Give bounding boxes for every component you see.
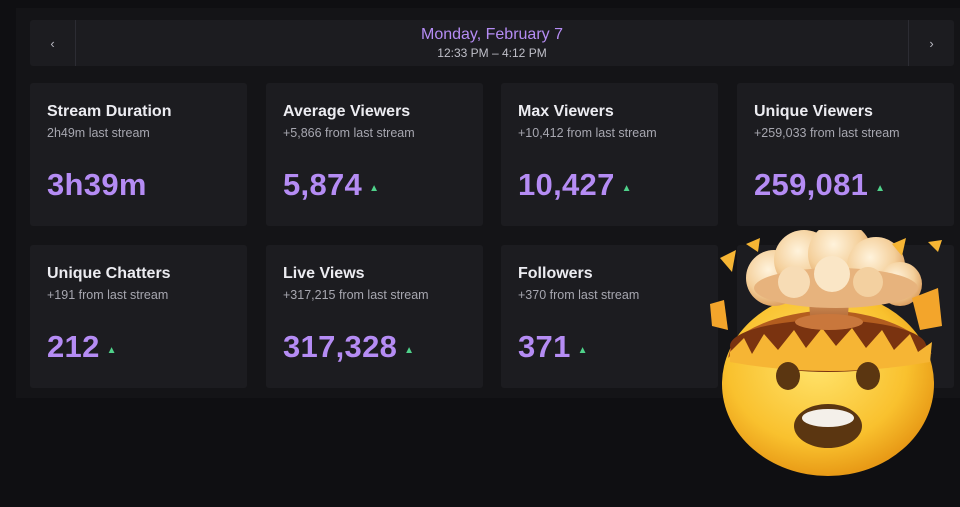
chevron-left-icon: ‹ (50, 35, 55, 51)
trend-up-icon: ▲ (404, 344, 415, 356)
stat-comparison: +317,215 from last stream (283, 288, 429, 302)
stat-card-unique-viewers: Unique Viewers +259,033 from last stream… (737, 83, 954, 226)
stat-title: Live Views (283, 265, 365, 282)
next-stream-button[interactable]: › (908, 20, 954, 66)
stat-value-row: 317,328 ▲ (283, 329, 414, 365)
stat-title: Followers (518, 265, 593, 282)
stat-comparison: +191 from last stream (47, 288, 169, 302)
stat-value: 212 (47, 329, 100, 364)
stat-title: Average Viewers (283, 103, 411, 120)
stat-comparison: +259,033 from last stream (754, 126, 900, 140)
stream-time-range: 12:33 PM – 4:12 PM (437, 46, 547, 60)
chevron-right-icon: › (929, 35, 934, 51)
stat-card-followers: Followers +370 from last stream 371 ▲ (501, 245, 718, 388)
trend-up-icon: ▲ (577, 344, 588, 356)
stream-stats-page: ‹ Monday, February 7 12:33 PM – 4:12 PM … (0, 0, 960, 507)
trend-up-icon: ▲ (875, 182, 886, 194)
stat-value-row: 259,081 ▲ (754, 167, 885, 203)
exploding-head-emoji (702, 222, 960, 480)
stat-value-row: 212 ▲ (47, 329, 117, 365)
stat-value: 317,328 (283, 329, 398, 364)
stat-title: Stream Duration (47, 103, 172, 120)
date-navigator: ‹ Monday, February 7 12:33 PM – 4:12 PM … (30, 20, 954, 66)
stat-comparison: 2h49m last stream (47, 126, 150, 140)
stream-date: Monday, February 7 (421, 26, 563, 43)
previous-stream-button[interactable]: ‹ (30, 20, 76, 66)
stat-value-row: 10,427 ▲ (518, 167, 632, 203)
stat-comparison: +370 from last stream (518, 288, 640, 302)
trend-up-icon: ▲ (621, 182, 632, 194)
stat-card-average-viewers: Average Viewers +5,866 from last stream … (266, 83, 483, 226)
stat-card-live-views: Live Views +317,215 from last stream 317… (266, 245, 483, 388)
stat-card-stream-duration: Stream Duration 2h49m last stream 3h39m (30, 83, 247, 226)
stat-value-row: 5,874 ▲ (283, 167, 379, 203)
stream-date-info: Monday, February 7 12:33 PM – 4:12 PM (76, 25, 908, 60)
stat-value: 5,874 (283, 167, 363, 202)
stat-value-row: 3h39m (47, 167, 147, 203)
stat-title: Unique Chatters (47, 265, 171, 282)
stat-value: 10,427 (518, 167, 615, 202)
trend-up-icon: ▲ (369, 182, 379, 194)
stat-comparison: +10,412 from last stream (518, 126, 657, 140)
stat-comparison: +5,866 from last stream (283, 126, 415, 140)
trend-up-icon: ▲ (106, 344, 117, 356)
stat-value-row: 371 ▲ (518, 329, 588, 365)
stat-title: Max Viewers (518, 103, 614, 120)
stat-card-unique-chatters: Unique Chatters +191 from last stream 21… (30, 245, 247, 388)
stat-value: 3h39m (47, 167, 147, 202)
stat-card-max-viewers: Max Viewers +10,412 from last stream 10,… (501, 83, 718, 226)
stat-value: 371 (518, 329, 571, 364)
stat-title: Unique Viewers (754, 103, 873, 120)
stat-value: 259,081 (754, 167, 869, 202)
